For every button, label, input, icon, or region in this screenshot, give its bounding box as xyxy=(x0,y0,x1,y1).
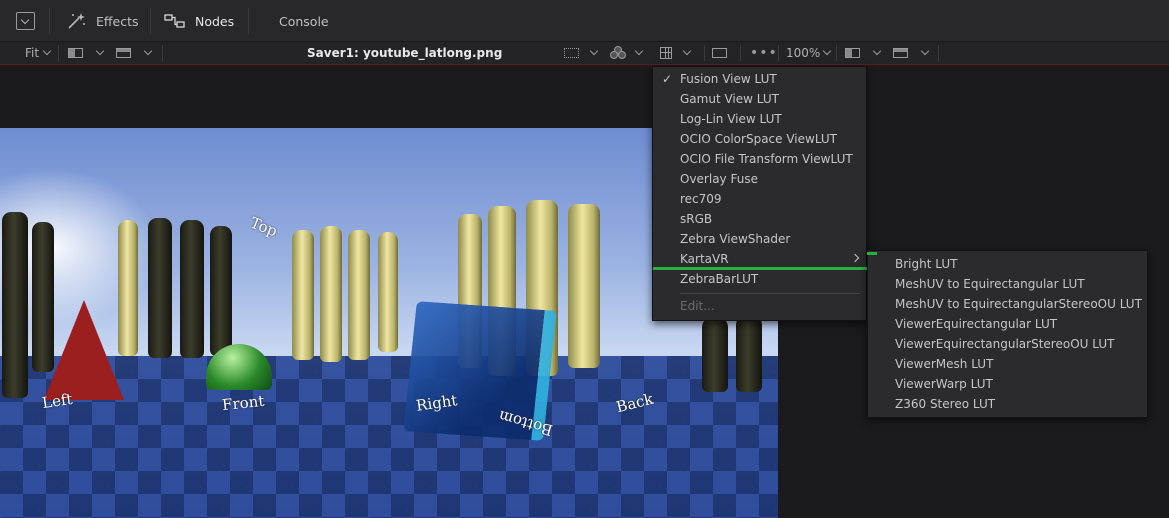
kartavr-submenu: Bright LUT MeshUV to Equirectangular LUT… xyxy=(867,250,1148,418)
zoom-dropdown[interactable]: 100% xyxy=(786,42,832,64)
chevron-down-icon xyxy=(872,46,882,56)
menu-item-zebra-viewshader[interactable]: Zebra ViewShader xyxy=(653,229,866,249)
view-mode-dropdown[interactable] xyxy=(116,42,153,64)
submenu-item-bright-lut[interactable]: Bright LUT xyxy=(868,254,1147,274)
top-toolbar: Effects Nodes Console xyxy=(0,0,1169,42)
submenu-item-meshuv-equirect-stereo[interactable]: MeshUV to EquirectangularStereoOU LUT xyxy=(868,294,1147,314)
menu-item-edit: Edit... xyxy=(680,299,715,313)
toolbar-divider xyxy=(49,8,50,34)
viewer-toolbar: Fit Saver1: youtube_latlong.png ••• 100% xyxy=(0,42,1169,65)
nodes-tab[interactable]: Nodes xyxy=(164,0,234,42)
chevron-down-icon xyxy=(634,46,644,56)
menu-item-rec709[interactable]: rec709 xyxy=(653,189,866,209)
roi-dropdown[interactable] xyxy=(564,42,599,64)
split-view-icon xyxy=(68,48,83,58)
zoom-label: 100% xyxy=(786,46,821,60)
chevron-down-icon xyxy=(682,46,692,56)
panel-toggle-button[interactable] xyxy=(16,12,35,30)
viewer-toolbar-divider xyxy=(778,45,779,61)
console-tab[interactable]: Console xyxy=(279,0,329,42)
menu-item-log-lin-view-lut[interactable]: Log-Lin View LUT xyxy=(653,109,866,129)
fit-label: Fit xyxy=(25,46,40,60)
layout-dropdown[interactable] xyxy=(68,42,105,64)
menu-divider xyxy=(680,293,860,294)
lut-dropdown[interactable] xyxy=(610,42,644,64)
chevron-right-icon xyxy=(850,253,860,263)
roi-icon xyxy=(564,48,579,58)
lut-menu: ✓ Fusion View LUT Gamut View LUT Log-Lin… xyxy=(652,66,868,321)
chevron-down-icon xyxy=(42,46,52,56)
menu-item-zebrabarlut[interactable]: ZebraBarLUT xyxy=(653,269,866,289)
effects-label: Effects xyxy=(96,13,139,29)
menu-item-kartavr[interactable]: KartaVR xyxy=(653,249,866,269)
chevron-down-icon xyxy=(920,46,930,56)
nodes-label: Nodes xyxy=(195,13,235,29)
menu-item-overlay-fuse[interactable]: Overlay Fuse xyxy=(653,169,866,189)
nodes-icon xyxy=(164,14,185,28)
menu-item-ocio-colorspace[interactable]: OCIO ColorSpace ViewLUT xyxy=(653,129,866,149)
right-layout-dropdown[interactable] xyxy=(845,42,882,64)
viewer-toolbar-divider xyxy=(58,45,59,61)
viewer-title: Saver1: youtube_latlong.png xyxy=(307,46,503,60)
chevron-down-icon xyxy=(589,46,599,56)
scene-label-top: Top xyxy=(247,213,280,241)
chevron-down-icon xyxy=(143,46,153,56)
submenu-item-meshuv-equirect[interactable]: MeshUV to Equirectangular LUT xyxy=(868,274,1147,294)
effects-tab[interactable]: Effects xyxy=(67,0,139,42)
viewer-toolbar-divider xyxy=(836,45,837,61)
right-view-mode-dropdown[interactable] xyxy=(893,42,930,64)
aspect-toggle[interactable] xyxy=(712,42,727,64)
submenu-item-viewer-mesh[interactable]: ViewerMesh LUT xyxy=(868,354,1147,374)
aspect-icon xyxy=(712,48,727,58)
viewer-toolbar-divider xyxy=(162,45,163,61)
more-dots-icon: ••• xyxy=(750,45,778,61)
single-view-icon xyxy=(893,48,908,58)
grid-dropdown[interactable] xyxy=(660,42,692,64)
lut-icon xyxy=(610,46,626,60)
viewer-toolbar-divider xyxy=(938,45,939,61)
submenu-item-z360-stereo[interactable]: Z360 Stereo LUT xyxy=(868,394,1147,414)
menu-item-fusion-view-lut[interactable]: ✓ Fusion View LUT xyxy=(653,69,866,89)
chevron-down-icon xyxy=(95,46,105,56)
magic-wand-icon xyxy=(68,13,85,29)
menu-item-gamut-view-lut[interactable]: Gamut View LUT xyxy=(653,89,866,109)
red-cone xyxy=(44,300,124,400)
console-label: Console xyxy=(279,13,329,29)
submenu-item-viewer-equirect-stereo[interactable]: ViewerEquirectangularStereoOU LUT xyxy=(868,334,1147,354)
fit-dropdown[interactable]: Fit xyxy=(25,42,52,64)
checkmark-icon: ✓ xyxy=(662,72,673,86)
viewer-toolbar-divider xyxy=(740,45,741,61)
menu-item-ocio-file-transform[interactable]: OCIO File Transform ViewLUT xyxy=(653,149,866,169)
toolbar-divider xyxy=(150,8,151,34)
viewer-toolbar-divider xyxy=(704,45,705,61)
menu-item-srgb[interactable]: sRGB xyxy=(653,209,866,229)
grid-icon xyxy=(660,47,672,59)
submenu-item-viewer-equirect[interactable]: ViewerEquirectangular LUT xyxy=(868,314,1147,334)
submenu-item-viewer-warp[interactable]: ViewerWarp LUT xyxy=(868,374,1147,394)
single-view-icon xyxy=(116,48,131,58)
split-view-icon xyxy=(845,48,860,58)
more-options-button[interactable]: ••• xyxy=(750,42,778,64)
chevron-down-icon xyxy=(823,46,832,56)
toolbar-divider xyxy=(248,8,249,34)
